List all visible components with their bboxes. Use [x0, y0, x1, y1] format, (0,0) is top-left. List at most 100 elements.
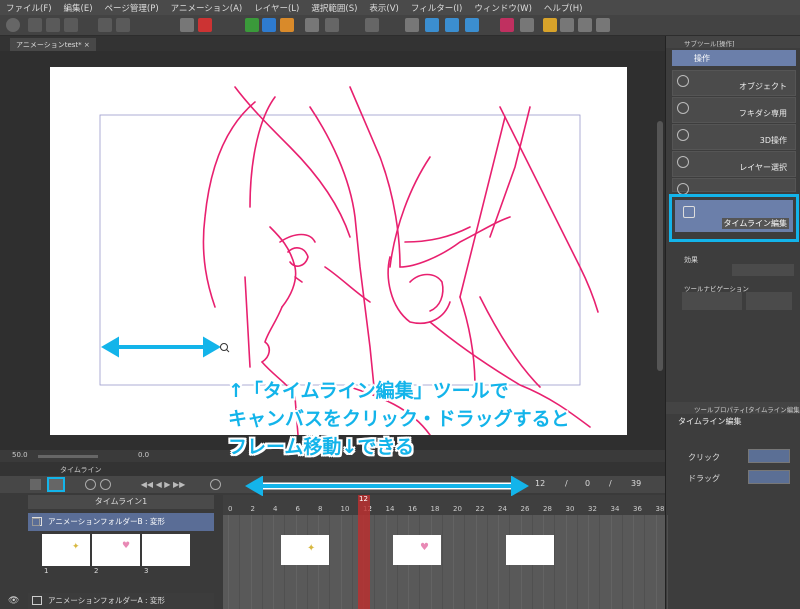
app-icon[interactable]	[6, 18, 20, 32]
keyframe-cell[interactable]: ✦	[281, 535, 329, 565]
delete-icon[interactable]	[198, 18, 212, 32]
drag-select[interactable]	[748, 470, 790, 484]
frame-tick-label: 22	[476, 505, 485, 513]
new-timeline-icon[interactable]	[30, 479, 41, 490]
effects-buttons[interactable]	[732, 264, 794, 276]
redo-icon[interactable]	[116, 18, 130, 32]
thumbnail[interactable]: ✦	[42, 534, 90, 566]
subtool-header: サブツール[操作]	[666, 36, 800, 48]
new-icon[interactable]	[28, 18, 42, 32]
brush-icon[interactable]	[465, 18, 479, 32]
right-panel: サブツール[操作] 操作 オブジェクト フキダシ専用 3D操作 レイヤー選択 タ…	[665, 36, 800, 609]
frame-tick-label: 28	[543, 505, 552, 513]
layer-icon[interactable]	[405, 18, 419, 32]
folder-icon[interactable]	[543, 18, 557, 32]
undo-icon[interactable]	[98, 18, 112, 32]
mask-icon[interactable]	[520, 18, 534, 32]
menu-item[interactable]: ウィンドウ(W)	[468, 2, 538, 14]
frame-tick-label: 20	[453, 505, 462, 513]
subtool-title[interactable]: 操作	[672, 50, 796, 66]
keyframe-cell[interactable]: ♥	[393, 535, 441, 565]
menu-item[interactable]: 編集(E)	[58, 2, 99, 14]
open-icon[interactable]	[46, 18, 60, 32]
eye-icon[interactable]: 👁	[8, 596, 19, 606]
nav-button-right[interactable]	[746, 292, 792, 310]
frame-gridline	[486, 515, 488, 609]
subtool-item-3d[interactable]: 3D操作	[672, 124, 796, 150]
frame-tick-label: 8	[318, 505, 322, 513]
toolprop-header: ツールプロパティ[タイムライン編集]	[666, 402, 800, 414]
save-icon[interactable]	[64, 18, 78, 32]
transform-icon[interactable]	[262, 18, 276, 32]
heart-icon: ♥	[122, 541, 131, 551]
subtool-item-balloon[interactable]: フキダシ専用	[672, 97, 796, 123]
click-select[interactable]	[748, 449, 790, 463]
effects-label: 効果	[684, 256, 698, 264]
menu-item[interactable]: ヘルプ(H)	[538, 2, 589, 14]
canvas-scrollbar[interactable]	[657, 121, 663, 371]
subtool-item-timeline-edit[interactable]: タイムライン編集	[669, 194, 799, 242]
keyframe-cell[interactable]	[506, 535, 554, 565]
thumbnail-label: 1	[44, 567, 49, 575]
timeline-arrow	[245, 476, 529, 496]
document-tabs: アニメーションtest* ×	[0, 36, 665, 51]
frame-gridline	[441, 515, 443, 609]
menu-item[interactable]: 表示(V)	[363, 2, 404, 14]
selection-icon[interactable]	[325, 18, 339, 32]
timeline-tab[interactable]: タイムライン	[0, 462, 665, 476]
subtool-item-partial[interactable]	[672, 178, 796, 195]
frame-gridline	[464, 515, 466, 609]
playback-controls[interactable]: ◀◀ ◀ ▶ ▶▶	[128, 479, 198, 490]
view-icon[interactable]	[596, 18, 610, 32]
frame-ruler[interactable]: 02468101214161820222426283032343638	[223, 495, 665, 515]
frame-gridline	[385, 515, 387, 609]
frame-tick-label: 30	[566, 505, 575, 513]
copy-icon[interactable]	[180, 18, 194, 32]
grid-icon[interactable]	[365, 18, 379, 32]
playhead-label: 12	[359, 495, 368, 503]
zoom-value[interactable]: 50.0	[12, 451, 28, 459]
pen-icon[interactable]	[425, 18, 439, 32]
zoom-in-icon[interactable]	[100, 479, 111, 490]
layer-thumbnails: ✦ ♥ 1 2 3	[42, 534, 192, 575]
layer-visibility-toggle[interactable]	[32, 518, 40, 526]
menu-item[interactable]: 選択範囲(S)	[305, 2, 363, 14]
frame-gridline	[666, 515, 668, 609]
thumbnail[interactable]	[142, 534, 190, 566]
panel-icon[interactable]	[560, 18, 574, 32]
frame-gridline	[329, 515, 331, 609]
zoom-slider[interactable]	[38, 455, 98, 458]
frame-tick-label: 6	[296, 505, 301, 513]
angle-value[interactable]: 0.0	[138, 451, 149, 459]
subtool-item-layer-select[interactable]: レイヤー選択	[672, 151, 796, 177]
menu-item[interactable]: アニメーション(A)	[165, 2, 249, 14]
thumbnail[interactable]: ♥	[92, 534, 140, 566]
subtool-item-object[interactable]: オブジェクト	[672, 70, 796, 96]
color-swatch-icon[interactable]	[245, 18, 259, 32]
nav-button-left[interactable]	[682, 292, 742, 310]
menu-item[interactable]: フィルター(I)	[405, 2, 468, 14]
frame-gridline	[644, 515, 646, 609]
timeline-selector[interactable]: タイムライン1	[28, 495, 214, 509]
layer-row-b[interactable]: アニメーションフォルダーB : 変形	[28, 513, 214, 531]
frame-grid[interactable]: 02468101214161820222426283032343638 12 ✦…	[223, 495, 668, 609]
frame-tick-label: 26	[521, 505, 530, 513]
zoom-out-icon[interactable]	[85, 479, 96, 490]
balloon-icon	[677, 102, 689, 114]
playhead[interactable]	[358, 495, 370, 609]
menu-item[interactable]: ページ管理(P)	[99, 2, 165, 14]
timeline-edit-mode-icon[interactable]	[47, 477, 65, 492]
menu-bar: ファイル(F) 編集(E) ページ管理(P) アニメーション(A) レイヤー(L) 選択範…	[0, 0, 800, 15]
document-tab[interactable]: アニメーションtest* ×	[10, 38, 96, 51]
close-icon[interactable]: ×	[84, 41, 90, 49]
menu-item[interactable]: レイヤー(L)	[248, 2, 305, 14]
timeline-edit-icon	[683, 206, 695, 218]
layer-row-a[interactable]: アニメーションフォルダーA : 変形	[28, 593, 214, 609]
zoom-icon[interactable]	[578, 18, 592, 32]
loop-icon[interactable]	[210, 479, 221, 490]
ruler-icon[interactable]	[305, 18, 319, 32]
fill-icon[interactable]	[280, 18, 294, 32]
menu-item[interactable]: ファイル(F)	[0, 2, 58, 14]
eraser-icon[interactable]	[500, 18, 514, 32]
pencil-icon[interactable]	[445, 18, 459, 32]
